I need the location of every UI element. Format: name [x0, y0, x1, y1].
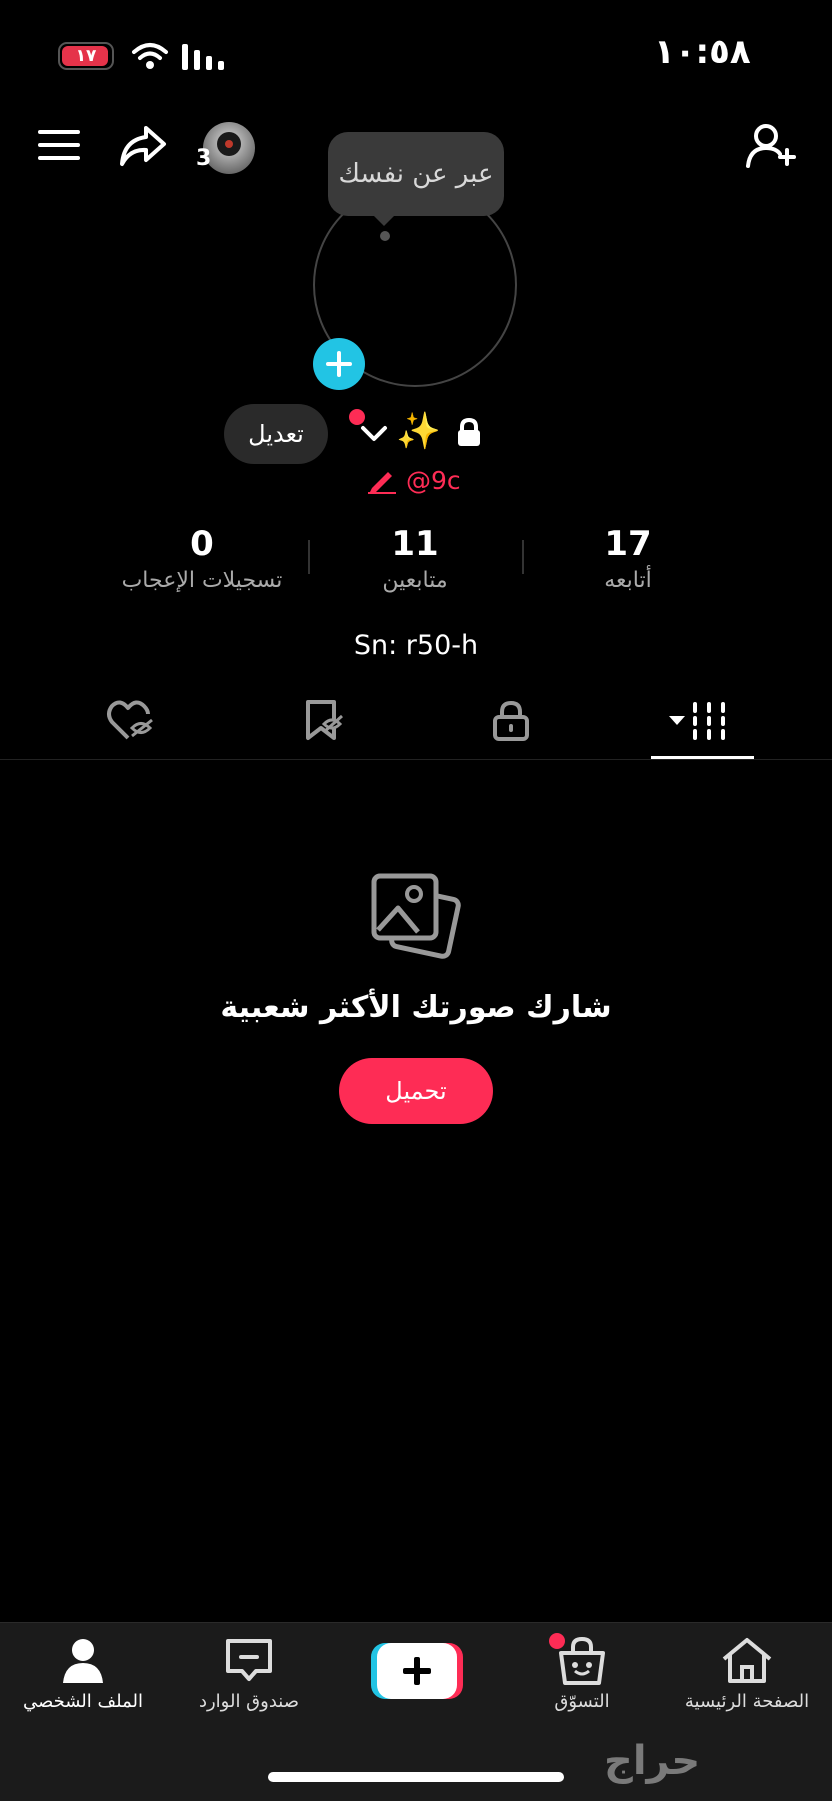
bookmark-hidden-icon: [306, 700, 343, 740]
upload-button[interactable]: تحميل: [339, 1058, 493, 1124]
add-friend-icon[interactable]: [746, 122, 798, 170]
following-label[interactable]: أتابعه: [508, 568, 748, 593]
nav-home-label: الصفحة الرئيسية: [684, 1691, 810, 1712]
sparkle-emoji: ✨: [396, 411, 441, 452]
tab-liked[interactable]: [106, 698, 156, 742]
nav-inbox[interactable]: صندوق الوارد: [166, 1637, 332, 1712]
home-icon: [722, 1638, 772, 1683]
signal-icon: [182, 44, 226, 70]
profile-icon: [63, 1639, 103, 1683]
grid-icon: [669, 702, 725, 740]
tab-saved[interactable]: [302, 698, 346, 742]
notification-dot: [349, 409, 365, 425]
pencil-icon[interactable]: [368, 468, 396, 494]
home-indicator[interactable]: [268, 1772, 564, 1782]
tooltip-anchor-dot: [380, 231, 390, 241]
plus-icon: [371, 1643, 463, 1699]
tabs-divider: [0, 759, 832, 760]
chevron-down-icon[interactable]: [360, 424, 388, 444]
battery-level: ١٧: [75, 46, 97, 66]
nav-profile-label: الملف الشخصي: [23, 1691, 143, 1712]
nav-shop[interactable]: التسوّق: [499, 1633, 665, 1712]
lock-icon: [493, 700, 529, 741]
likes-count[interactable]: 0: [102, 524, 302, 564]
edit-profile-button[interactable]: تعديل: [224, 404, 328, 464]
lock-icon: [456, 418, 482, 448]
username-handle[interactable]: @9c: [406, 466, 461, 495]
wifi-icon: [130, 40, 170, 72]
nav-shop-label: التسوّق: [554, 1691, 610, 1712]
bio-tooltip[interactable]: عبر عن نفسك: [328, 132, 504, 216]
battery-icon: ١٧: [58, 42, 114, 70]
followers-label[interactable]: متابعين: [295, 568, 535, 593]
story-count: 3: [196, 146, 212, 171]
nav-inbox-label: صندوق الوارد: [198, 1691, 300, 1712]
share-icon[interactable]: [118, 124, 168, 168]
followers-count[interactable]: 11: [315, 524, 515, 564]
bio-text: Sn: r50-h: [353, 630, 479, 661]
watermark-logo: حراج: [604, 1738, 701, 1784]
status-time: ١٠:٥٨: [654, 32, 751, 72]
tab-private[interactable]: [492, 700, 530, 742]
nav-profile[interactable]: الملف الشخصي: [0, 1637, 166, 1712]
shop-notification-dot: [549, 1633, 565, 1649]
empty-state-title: شارك صورتك الأكثر شعبية: [220, 990, 612, 1025]
likes-label[interactable]: تسجيلات الإعجاب: [82, 568, 322, 593]
tab-videos[interactable]: [667, 700, 733, 742]
inbox-icon: [226, 1639, 272, 1681]
add-photo-button[interactable]: [313, 338, 365, 390]
photo-icon: [370, 872, 464, 966]
create-button[interactable]: [371, 1641, 463, 1701]
tooltip-arrow: [372, 214, 396, 226]
heart-hidden-icon: [107, 700, 153, 740]
following-count[interactable]: 17: [528, 524, 728, 564]
plus-icon: [326, 351, 352, 377]
nav-home[interactable]: الصفحة الرئيسية: [664, 1637, 830, 1712]
menu-icon[interactable]: [38, 128, 80, 162]
